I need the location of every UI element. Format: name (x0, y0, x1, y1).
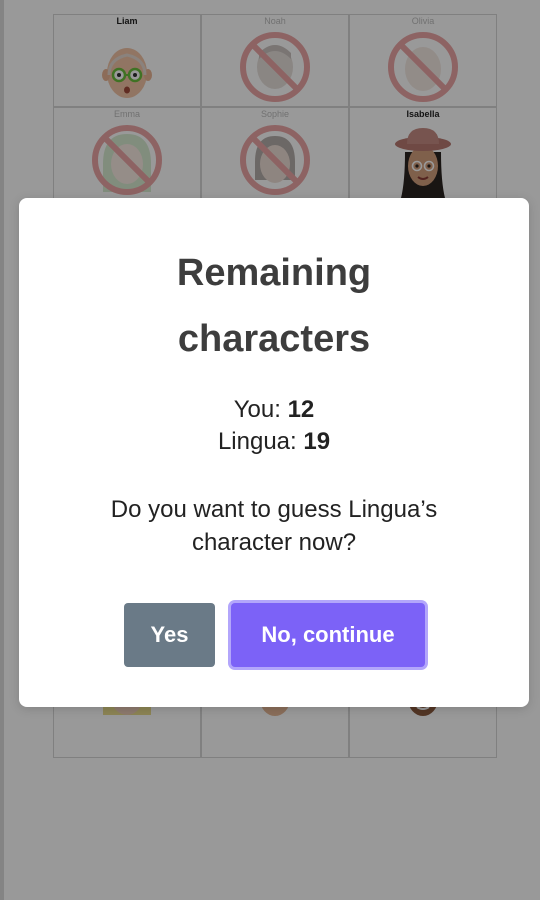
remaining-characters-dialog: Remaining characters You: 12 Lingua: 19 … (19, 198, 529, 707)
game-screen: Liam Noah Olivia Emma Sophie Isabella Re… (0, 0, 540, 900)
dialog-title-line1: Remaining (176, 252, 372, 294)
continue-button[interactable]: No, continue (231, 603, 425, 667)
guess-question-line2: character now? (191, 529, 357, 556)
dialog-title: Remaining characters (49, 240, 499, 372)
guess-question-line1: Do you want to guess Lingua’s (110, 496, 438, 523)
opponent-score: Lingua: 19 (19, 428, 529, 456)
player-score-label: You: (233, 396, 281, 423)
player-score-count: 12 (287, 396, 315, 423)
opponent-score-label: Lingua: (217, 428, 297, 455)
guess-question: Do you want to guess Lingua’s character … (69, 493, 479, 559)
player-score: You: 12 (19, 396, 529, 424)
yes-button[interactable]: Yes (124, 603, 215, 667)
opponent-score-count: 19 (303, 428, 331, 455)
dialog-title-line2: characters (177, 318, 371, 360)
